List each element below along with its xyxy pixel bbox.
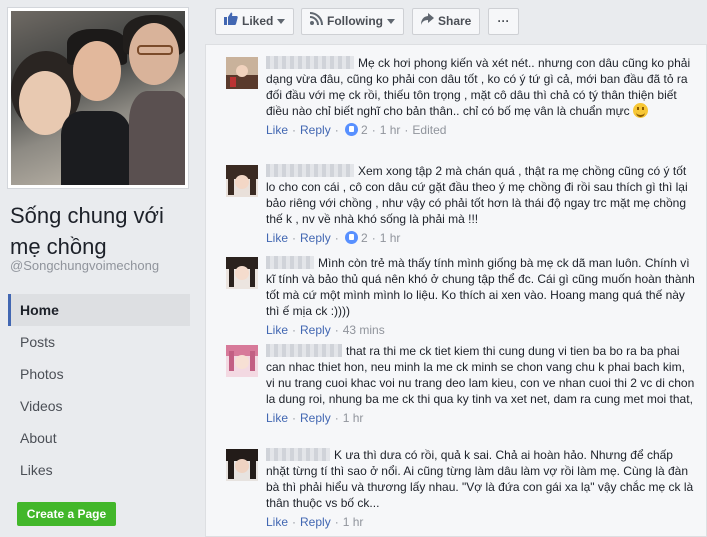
avatar[interactable]: [226, 257, 258, 289]
nav-item-videos[interactable]: Videos: [8, 390, 190, 422]
page-title[interactable]: Sống chung với mẹ chồng: [10, 200, 195, 262]
nav-item-home[interactable]: Home: [8, 294, 190, 326]
share-label: Share: [438, 14, 472, 28]
like-link[interactable]: Like: [266, 515, 288, 529]
more-options-button[interactable]: ···: [488, 8, 519, 35]
avatar[interactable]: [226, 449, 258, 481]
nav-item-about[interactable]: About: [8, 422, 190, 454]
commenter-name[interactable]: [266, 344, 342, 357]
nav-item-likes[interactable]: Likes: [8, 454, 190, 486]
like-link[interactable]: Like: [266, 323, 288, 337]
like-reaction-icon: [344, 123, 358, 136]
share-button[interactable]: Share: [412, 8, 481, 35]
more-icon: ···: [497, 14, 510, 28]
following-button[interactable]: Following: [301, 8, 404, 35]
commenter-name[interactable]: [266, 448, 330, 461]
chevron-down-icon: [277, 19, 286, 25]
following-label: Following: [327, 14, 383, 28]
commenter-name[interactable]: [266, 164, 354, 177]
reply-link[interactable]: Reply: [300, 515, 331, 529]
liked-label: Liked: [242, 14, 274, 28]
reaction-count[interactable]: 2: [361, 123, 368, 137]
comment-time[interactable]: 1 hr: [343, 411, 364, 425]
comment-time[interactable]: 43 mins: [343, 323, 385, 337]
rss-icon: [309, 9, 323, 34]
like-link[interactable]: Like: [266, 411, 288, 425]
reply-link[interactable]: Reply: [300, 323, 331, 337]
comment-time[interactable]: 1 hr: [380, 231, 401, 245]
commenter-name[interactable]: [266, 256, 314, 269]
share-arrow-icon: [421, 9, 434, 34]
profile-image: [11, 11, 185, 185]
commenter-name[interactable]: [266, 56, 354, 69]
left-column: Sống chung với mẹ chồng @Songchungvoimec…: [0, 0, 200, 537]
edited-label[interactable]: Edited: [412, 123, 446, 137]
like-reaction-icon: [344, 231, 358, 244]
avatar[interactable]: [226, 165, 258, 197]
comment-time[interactable]: 1 hr: [343, 515, 364, 529]
create-page-button[interactable]: Create a Page: [17, 502, 116, 526]
comment-body: Mẹ ck hơi phong kiến và xét nét.. nhưng …: [266, 55, 696, 138]
thumbs-up-icon: [224, 9, 238, 34]
comments-list: Mẹ ck hơi phong kiến và xét nét.. nhưng …: [205, 44, 707, 537]
comment-actions: Like · Reply · 43 mins: [266, 323, 385, 337]
chevron-down-icon: [387, 19, 395, 25]
comment-time[interactable]: 1 hr: [380, 123, 401, 137]
page-profile-picture[interactable]: [8, 8, 188, 188]
avatar[interactable]: [226, 345, 258, 377]
comment-actions: Like · Reply · 2 · 1 hr: [266, 231, 401, 245]
reply-link[interactable]: Reply: [300, 411, 331, 425]
comment-body: K ưa thì dưa có rồi, quả k sai. Chả ai h…: [266, 447, 696, 530]
like-link[interactable]: Like: [266, 123, 288, 137]
nav-item-photos[interactable]: Photos: [8, 358, 190, 390]
comment-actions: Like · Reply · 1 hr: [266, 515, 364, 529]
reaction-count[interactable]: 2: [361, 231, 368, 245]
like-link[interactable]: Like: [266, 231, 288, 245]
comment-text: K ưa thì dưa có rồi, quả k sai. Chả ai h…: [266, 448, 694, 510]
right-column: Liked Following Share ··· Mẹ ck hơi phon…: [201, 0, 707, 537]
nav-item-posts[interactable]: Posts: [8, 326, 190, 358]
comment-body: that ra thi me ck tiet kiem thi cung dun…: [266, 343, 696, 426]
avatar[interactable]: [226, 57, 258, 89]
page-handle[interactable]: @Songchungvoimechong: [10, 258, 159, 273]
comment-actions: Like · Reply · 2 · 1 hr · Edited: [266, 123, 447, 137]
page-action-bar: Liked Following Share ···: [201, 0, 707, 44]
comment-body: Xem xong tập 2 mà chán quá , thật ra mẹ …: [266, 163, 696, 246]
page-nav: Home Posts Photos Videos About Likes: [8, 294, 190, 486]
comment-text: Mình còn trẻ mà thấy tính mình giống bà …: [266, 256, 695, 318]
reply-link[interactable]: Reply: [300, 123, 331, 137]
comment-actions: Like · Reply · 1 hr: [266, 411, 364, 425]
liked-button[interactable]: Liked: [215, 8, 295, 35]
smiley-emoji-icon: [632, 103, 648, 118]
comment-body: Mình còn trẻ mà thấy tính mình giống bà …: [266, 255, 696, 338]
reply-link[interactable]: Reply: [300, 231, 331, 245]
